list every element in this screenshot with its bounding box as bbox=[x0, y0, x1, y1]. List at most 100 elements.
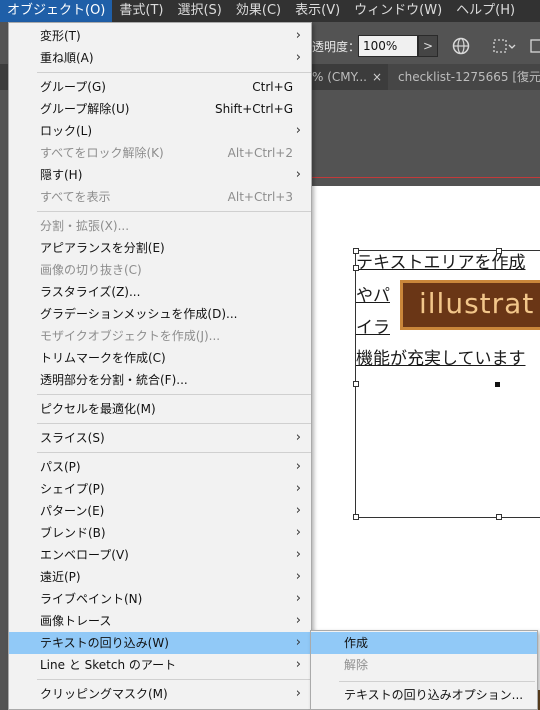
center-point bbox=[495, 382, 500, 387]
menubar-effect[interactable]: 効果(C) bbox=[229, 0, 288, 22]
menu-item-ungroup[interactable]: グループ解除(U) Shift+Ctrl+G bbox=[9, 98, 311, 120]
chevron-right-icon: › bbox=[295, 525, 301, 540]
menubar-window[interactable]: ウィンドウ(W) bbox=[347, 0, 449, 22]
chevron-right-icon: › bbox=[295, 430, 301, 445]
menu-item-show-all[interactable]: すべてを表示 Alt+Ctrl+3 bbox=[9, 186, 311, 208]
menu-item-expand-appearance[interactable]: アピアランスを分割(E) bbox=[9, 237, 311, 259]
menu-item-label: テキストの回り込み(W) bbox=[40, 636, 169, 650]
object-menu: 変形(T) › 重ね順(A) › グループ(G) Ctrl+G グループ解除(U) Sh… bbox=[8, 22, 312, 710]
menu-item-label: エンベロープ(V) bbox=[40, 548, 129, 562]
menu-item-text-wrap[interactable]: テキストの回り込み(W) › bbox=[9, 632, 311, 654]
chevron-right-icon: › bbox=[295, 167, 301, 182]
menu-item-label: 変形(T) bbox=[40, 29, 81, 43]
menu-item-label: グループ解除(U) bbox=[40, 102, 130, 116]
logo-text: illustrat bbox=[419, 287, 535, 320]
selection-handle[interactable] bbox=[353, 265, 359, 271]
chevron-right-icon: › bbox=[295, 686, 301, 701]
menu-item-live-paint[interactable]: ライブペイント(N) › bbox=[9, 588, 311, 610]
menu-item-path[interactable]: パス(P) › bbox=[9, 456, 311, 478]
menu-item-label: 画像の切り抜き(C) bbox=[40, 263, 142, 277]
menu-item-slice[interactable]: スライス(S) › bbox=[9, 427, 311, 449]
chevron-right-icon: › bbox=[295, 123, 301, 138]
select-transform-icon[interactable] bbox=[492, 37, 516, 55]
menu-item-label: グラデーションメッシュを作成(D)... bbox=[40, 307, 238, 321]
chevron-right-icon: › bbox=[295, 503, 301, 518]
menu-item-trim-marks[interactable]: トリムマークを作成(C) bbox=[9, 347, 311, 369]
submenu-item-make[interactable]: 作成 bbox=[311, 632, 537, 654]
menu-item-label: 隠す(H) bbox=[40, 168, 83, 182]
menu-item-crop-image[interactable]: 画像の切り抜き(C) bbox=[9, 259, 311, 281]
menu-item-label: ラスタライズ(Z)... bbox=[40, 285, 141, 299]
selection-handle[interactable] bbox=[353, 248, 359, 254]
chevron-right-icon: › bbox=[295, 613, 301, 628]
menu-separator bbox=[37, 452, 311, 453]
submenu-item-release[interactable]: 解除 bbox=[311, 654, 537, 676]
selection-handle[interactable] bbox=[353, 514, 359, 520]
panel-icon[interactable] bbox=[528, 37, 540, 55]
menu-item-pixel-perfect[interactable]: ピクセルを最適化(M) bbox=[9, 398, 311, 420]
chevron-right-icon: › bbox=[295, 657, 301, 672]
menu-item-label: パス(P) bbox=[40, 460, 81, 474]
menu-item-transform[interactable]: 変形(T) › bbox=[9, 25, 311, 47]
close-icon[interactable]: × bbox=[372, 64, 382, 90]
document-tab[interactable]: checklist-1275665 [復元].a bbox=[388, 64, 540, 90]
selection-handle[interactable] bbox=[353, 381, 359, 387]
menu-item-group[interactable]: グループ(G) Ctrl+G bbox=[9, 76, 311, 98]
menu-item-label: 画像トレース bbox=[40, 614, 112, 628]
menu-item-label: 分割・拡張(X)... bbox=[40, 219, 130, 233]
menu-item-rasterize[interactable]: ラスタライズ(Z)... bbox=[9, 281, 311, 303]
submenu-item-text-wrap-options[interactable]: テキストの回り込みオプション... bbox=[311, 684, 537, 706]
menu-item-arrange[interactable]: 重ね順(A) › bbox=[9, 47, 311, 69]
menu-item-clipping-mask[interactable]: クリッピングマスク(M) › bbox=[9, 683, 311, 705]
menu-item-label: 透明部分を分割・統合(F)... bbox=[40, 373, 188, 387]
menu-item-image-trace[interactable]: 画像トレース › bbox=[9, 610, 311, 632]
menu-item-unlock-all[interactable]: すべてをロック解除(K) Alt+Ctrl+2 bbox=[9, 142, 311, 164]
menu-item-shape[interactable]: シェイプ(P) › bbox=[9, 478, 311, 500]
menu-item-label: モザイクオブジェクトを作成(J)... bbox=[40, 329, 221, 343]
menu-item-gradient-mesh[interactable]: グラデーションメッシュを作成(D)... bbox=[9, 303, 311, 325]
menubar-help[interactable]: ヘルプ(H) bbox=[449, 0, 522, 22]
opacity-label: 透明度： bbox=[312, 40, 361, 54]
menu-separator bbox=[37, 72, 311, 73]
chevron-right-icon: › bbox=[295, 547, 301, 562]
menu-item-envelope[interactable]: エンベロープ(V) › bbox=[9, 544, 311, 566]
menubar: オブジェクト(O) 書式(T) 選択(S) 効果(C) 表示(V) ウィンドウ(… bbox=[0, 0, 540, 22]
menubar-view[interactable]: 表示(V) bbox=[288, 0, 347, 22]
menu-item-label: アピアランスを分割(E) bbox=[40, 241, 165, 255]
menu-item-label: すべてを表示 bbox=[40, 190, 111, 204]
menu-item-blend[interactable]: ブレンド(B) › bbox=[9, 522, 311, 544]
menu-item-label: スライス(S) bbox=[40, 431, 105, 445]
menubar-select[interactable]: 選択(S) bbox=[170, 0, 228, 22]
opacity-input[interactable]: 100% bbox=[358, 35, 418, 57]
menu-separator bbox=[37, 679, 311, 680]
menu-item-hide[interactable]: 隠す(H) › bbox=[9, 164, 311, 186]
menu-item-label: 遠近(P) bbox=[40, 570, 81, 584]
document-tab[interactable]: % (CMY... bbox=[312, 64, 372, 90]
menu-separator bbox=[37, 394, 311, 395]
logo-image[interactable]: illustrat bbox=[400, 280, 540, 330]
menu-item-mosaic[interactable]: モザイクオブジェクトを作成(J)... bbox=[9, 325, 311, 347]
selection-handle[interactable] bbox=[496, 514, 502, 520]
menu-item-flatten-transparency[interactable]: 透明部分を分割・統合(F)... bbox=[9, 369, 311, 391]
menu-item-label: ピクセルを最適化(M) bbox=[40, 402, 156, 416]
menubar-type[interactable]: 書式(T) bbox=[112, 0, 170, 22]
menu-separator bbox=[339, 681, 535, 682]
menu-item-label: Line と Sketch のアート bbox=[40, 658, 177, 672]
menu-item-expand[interactable]: 分割・拡張(X)... bbox=[9, 215, 311, 237]
menu-item-line-sketch-art[interactable]: Line と Sketch のアート › bbox=[9, 654, 311, 676]
selection-handle[interactable] bbox=[496, 248, 502, 254]
menu-item-perspective[interactable]: 遠近(P) › bbox=[9, 566, 311, 588]
menu-item-shortcut: Alt+Ctrl+2 bbox=[227, 146, 293, 160]
menu-item-shortcut: Alt+Ctrl+3 bbox=[227, 190, 293, 204]
opacity-arrow-button[interactable]: > bbox=[418, 35, 438, 57]
menu-item-label: ロック(L) bbox=[40, 124, 93, 138]
menu-separator bbox=[37, 211, 311, 212]
menu-item-shortcut: Ctrl+G bbox=[252, 80, 293, 94]
text-wrap-submenu: 作成 解除 テキストの回り込みオプション... bbox=[310, 630, 538, 710]
chevron-right-icon: › bbox=[295, 569, 301, 584]
menu-item-lock[interactable]: ロック(L) › bbox=[9, 120, 311, 142]
menu-item-label: シェイプ(P) bbox=[40, 482, 105, 496]
menubar-object[interactable]: オブジェクト(O) bbox=[0, 0, 113, 22]
menu-item-pattern[interactable]: パターン(E) › bbox=[9, 500, 311, 522]
globe-icon[interactable] bbox=[452, 37, 470, 55]
